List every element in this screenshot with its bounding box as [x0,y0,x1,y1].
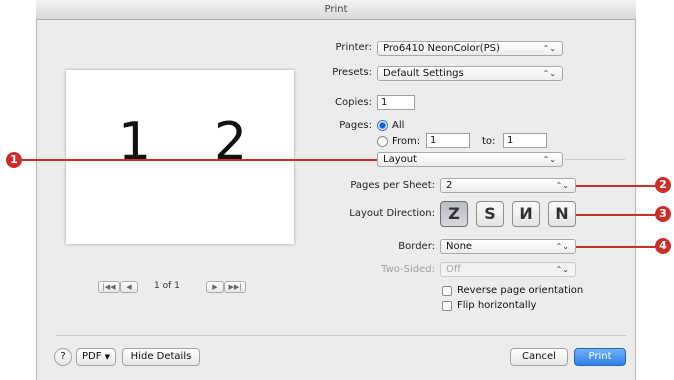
pdf-button[interactable]: PDF ▼ [76,348,116,366]
printer-value: Pro6410 NeonColor(PS) [383,43,500,54]
pages-to-label: to: [482,136,496,147]
next-page-button[interactable]: ▶ [206,281,224,293]
cancel-button[interactable]: Cancel [510,348,568,366]
popup-arrows-icon: ⌃⌄ [542,155,556,164]
help-button[interactable]: ? [54,348,72,366]
border-label: Border: [398,241,435,252]
previous-page-button[interactable]: ◀ [120,281,138,293]
pdf-label: PDF [81,351,102,362]
layout-direction-n-button[interactable]: N [548,201,576,227]
pages-all-radio[interactable] [377,120,388,131]
printer-popup[interactable]: Pro6410 NeonColor(PS) ⌃⌄ [377,41,563,56]
window-title: Print [36,0,636,20]
callout-line-3 [576,214,662,216]
flip-horizontally-checkbox[interactable] [442,301,452,311]
pages-from-field[interactable]: 1 [426,133,470,148]
pages-label: Pages: [339,120,372,131]
section-popup[interactable]: Layout ⌃⌄ [377,152,563,167]
footer-separator [56,335,626,336]
copies-label: Copies: [335,97,372,108]
layout-direction-z-button[interactable]: Z [440,201,468,227]
two-sided-popup[interactable]: Off ⌃⌄ [440,262,576,277]
layout-direction-reverse-n-button[interactable]: N [512,201,540,227]
border-popup[interactable]: None ⌃⌄ [440,239,576,254]
callout-badge: 4 [655,238,671,254]
border-value: None [446,241,473,252]
pages-to-field[interactable]: 1 [503,133,547,148]
hide-details-button[interactable]: Hide Details [122,348,200,366]
callout-badge: 1 [6,152,22,168]
last-page-button[interactable]: ▶▶| [224,281,246,293]
print-button[interactable]: Print [574,348,626,366]
callout-line-1 [14,159,377,161]
flip-horizontally-label: Flip horizontally [457,300,537,311]
presets-value: Default Settings [383,68,464,79]
page-preview: 1 2 [66,70,294,244]
reverse-orientation-checkbox[interactable] [442,286,452,296]
two-sided-label: Two-Sided: [381,264,435,275]
two-sided-value: Off [446,264,461,275]
popup-arrows-icon: ⌃⌄ [555,265,569,274]
popup-arrows-icon: ⌃⌄ [555,242,569,251]
pages-per-sheet-popup[interactable]: 2 ⌃⌄ [440,178,576,193]
reverse-orientation-label: Reverse page orientation [457,285,584,296]
page-indicator: 1 of 1 [154,281,180,291]
copies-field[interactable]: 1 [377,95,415,110]
pages-per-sheet-value: 2 [446,180,453,191]
pages-all-label: All [392,120,405,131]
presets-label: Presets: [332,67,372,78]
callout-line-4 [576,246,662,248]
section-separator [565,159,625,160]
pages-from-radio[interactable] [377,136,388,147]
chevron-down-icon: ▼ [104,353,111,361]
popup-arrows-icon: ⌃⌄ [542,44,556,53]
section-value: Layout [383,154,417,165]
callout-badge: 3 [655,206,671,222]
pages-per-sheet-label: Pages per Sheet: [350,180,435,191]
popup-arrows-icon: ⌃⌄ [555,181,569,190]
layout-direction-label: Layout Direction: [349,208,435,219]
callout-badge: 2 [655,177,671,193]
first-page-button[interactable]: |◀◀ [98,281,120,293]
popup-arrows-icon: ⌃⌄ [542,69,556,78]
layout-direction-s-button[interactable]: S [476,201,504,227]
printer-label: Printer: [335,42,372,53]
callout-line-2 [576,185,662,187]
presets-popup[interactable]: Default Settings ⌃⌄ [377,66,563,81]
pages-from-label: From: [392,136,421,147]
